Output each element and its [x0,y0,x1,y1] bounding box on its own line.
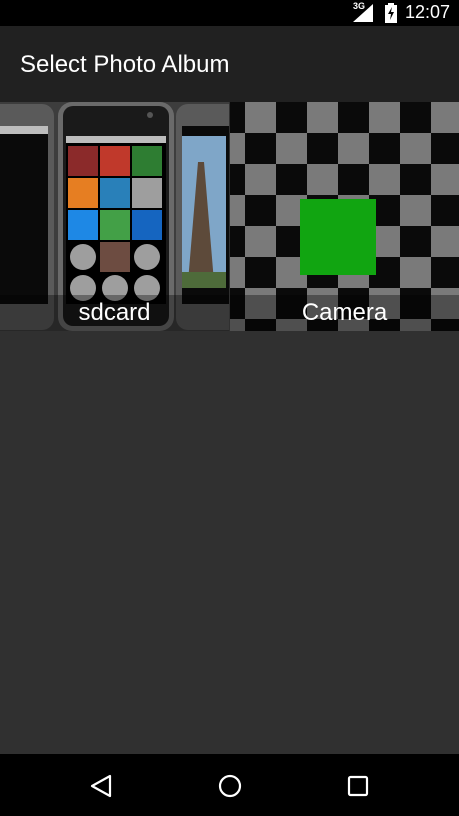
album-tile-camera[interactable]: Camera [230,102,459,331]
album-label-camera: Camera [230,295,459,331]
status-bar: 3G 12:07 [0,0,459,26]
album-tile-sdcard[interactable]: sdcard [0,102,229,331]
app-bar: Select Photo Album [0,26,459,102]
album-label-sdcard: sdcard [0,295,229,331]
album-grid: sdcard Camera [0,102,459,331]
battery-charging-icon [385,3,397,23]
home-circle-icon[interactable] [214,770,246,802]
recents-square-icon[interactable] [342,770,374,802]
status-time: 12:07 [404,2,450,22]
page-title: Select Photo Album [20,51,230,78]
navigation-bar [0,754,459,816]
back-triangle-icon[interactable] [86,770,118,802]
cell-signal-icon [353,4,373,22]
album-list-container: sdcard Camera [0,102,459,754]
